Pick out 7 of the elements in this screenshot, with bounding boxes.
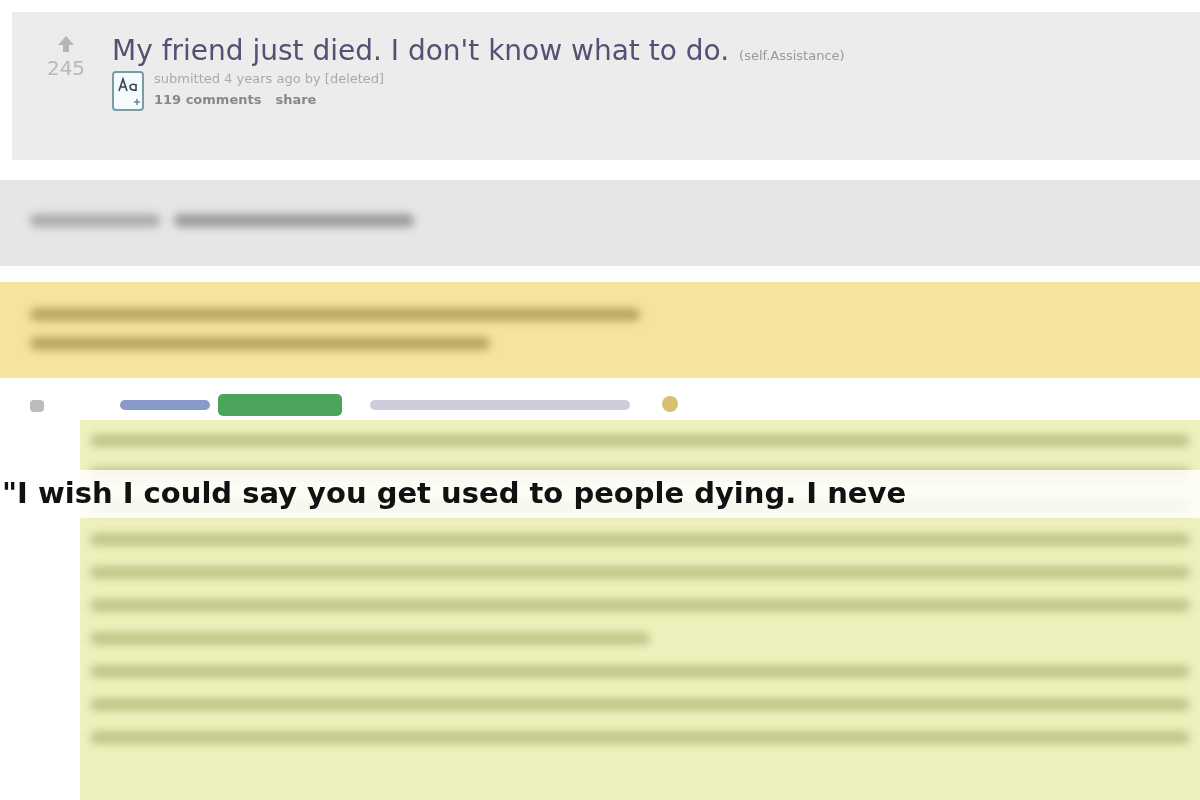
post-action-link[interactable]: share: [275, 92, 317, 107]
upvote-arrow-icon[interactable]: [56, 34, 76, 54]
post-meta-text: submitted 4 years ago by [deleted]: [154, 71, 385, 86]
text-post-icon: [112, 71, 144, 111]
post-action-link[interactable]: 119 comments: [154, 92, 262, 107]
post-domain: (self.Assistance): [739, 48, 845, 63]
post-title-link[interactable]: My friend just died. I don't know what to do.: [112, 34, 730, 67]
